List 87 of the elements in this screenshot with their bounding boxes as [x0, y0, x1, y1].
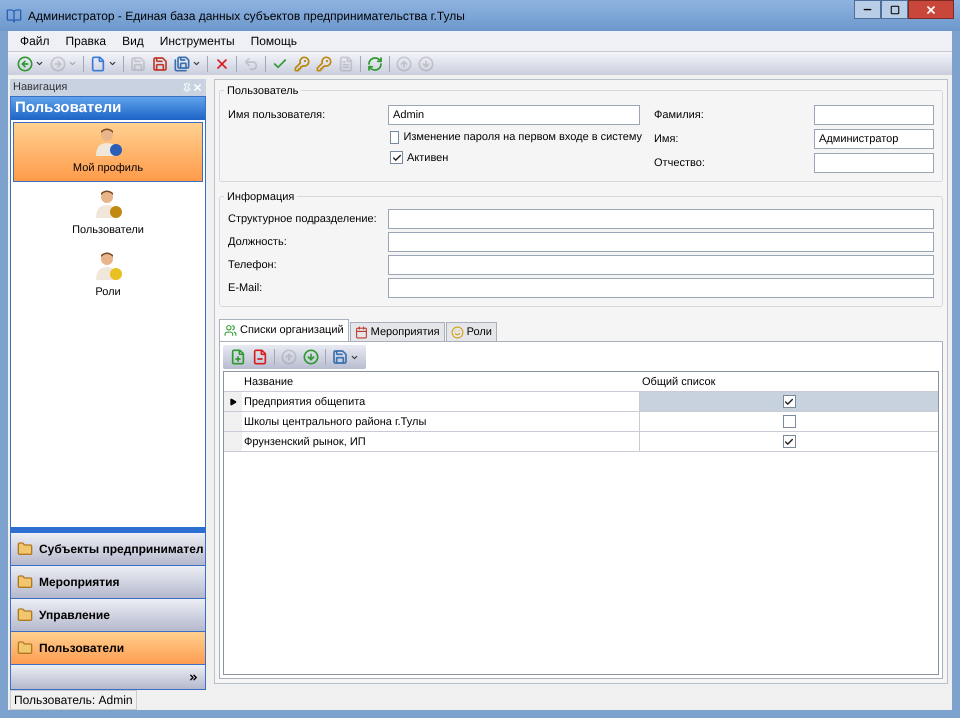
- folder-icon: [17, 574, 33, 590]
- back-icon: [17, 56, 33, 72]
- text-field[interactable]: [388, 232, 934, 252]
- remove-icon: [252, 349, 268, 365]
- text-field[interactable]: [388, 278, 934, 298]
- navigation-item[interactable]: Мой профиль: [13, 122, 203, 182]
- user-icon: [93, 251, 123, 282]
- status-text: Пользователь: Admin: [10, 690, 137, 710]
- maximize-icon: [890, 4, 900, 14]
- column-header[interactable]: Название: [242, 372, 640, 391]
- field-label: Имя:: [654, 132, 680, 147]
- save-all-icon: [174, 56, 190, 72]
- field-label: Должность:: [228, 234, 288, 250]
- navigation-item[interactable]: Роли: [13, 246, 203, 306]
- close-icon[interactable]: [192, 82, 203, 93]
- field-label: Отчество:: [654, 156, 706, 171]
- menu-item[interactable]: Инструменты: [152, 32, 243, 50]
- text-field[interactable]: [814, 105, 934, 125]
- field-label: Имя пользователя:: [228, 108, 326, 123]
- checkbox[interactable]: [390, 130, 400, 144]
- key-icon: [316, 56, 332, 72]
- text-field[interactable]: Администратор: [814, 129, 934, 149]
- section-title: Пользователи: [15, 98, 122, 118]
- navigation-group-button[interactable]: Субъекты предпринимател: [11, 533, 205, 566]
- save-close-icon: [152, 56, 168, 72]
- report-icon: [338, 56, 354, 72]
- field-label: Телефон:: [228, 258, 278, 273]
- navigation-item[interactable]: Пользователи: [13, 184, 203, 244]
- save-icon: [332, 349, 348, 365]
- folder-icon: [17, 640, 33, 656]
- menu-item[interactable]: Правка: [58, 32, 114, 50]
- maximize-button[interactable]: [881, 0, 908, 19]
- text-field[interactable]: [388, 255, 934, 275]
- text-field[interactable]: [814, 153, 934, 173]
- checkbox-label: Активен: [407, 150, 448, 166]
- pin-icon[interactable]: [182, 82, 192, 92]
- row-pointer-icon: [229, 398, 237, 406]
- user-icon: [93, 127, 123, 158]
- down-icon: [418, 56, 434, 72]
- tab[interactable]: Списки организаций: [219, 319, 349, 341]
- forward-icon: [50, 56, 66, 72]
- user-icon: [93, 189, 123, 220]
- navigation-group-button[interactable]: Управление: [11, 599, 205, 632]
- up-icon: [396, 56, 412, 72]
- window-title: Администратор - Единая база данных субъектов предпринимательства г.Тулы: [28, 8, 465, 24]
- close-button[interactable]: [908, 0, 954, 19]
- field-label: Структурное подразделение:: [228, 212, 378, 227]
- menu-item[interactable]: Файл: [12, 32, 58, 50]
- group-title: Информация: [224, 189, 298, 206]
- folder-icon: [17, 541, 33, 557]
- navigation-group-button[interactable]: Пользователи: [11, 632, 205, 665]
- checkbox[interactable]: [782, 395, 796, 408]
- menu-item[interactable]: Вид: [114, 32, 152, 50]
- minimize-button[interactable]: [854, 0, 881, 19]
- panel-title: Навигация: [13, 80, 68, 96]
- checkbox-label: Изменение пароля на первом входе в систему: [403, 130, 642, 145]
- table-cell: Фрунзенский рынок, ИП: [242, 432, 640, 451]
- checkbox[interactable]: [782, 435, 796, 448]
- text-field[interactable]: [388, 209, 934, 229]
- menu-item[interactable]: Помощь: [242, 32, 305, 50]
- field-label: Фамилия:: [654, 108, 705, 123]
- text-field[interactable]: Admin: [388, 105, 640, 125]
- down-icon: [303, 349, 319, 365]
- table-row[interactable]: Школы центрального района г.Тулы: [224, 412, 938, 432]
- app-icon: [6, 8, 22, 24]
- table-row[interactable]: Фрунзенский рынок, ИП: [224, 432, 938, 452]
- close-icon: [925, 4, 937, 16]
- field-label: E-Mail:: [228, 280, 264, 296]
- up-icon: [281, 349, 297, 365]
- table-row[interactable]: Предприятия общепита: [224, 392, 938, 412]
- checkbox[interactable]: [782, 415, 796, 428]
- tab-icon: [450, 326, 464, 338]
- folder-icon: [17, 607, 33, 623]
- document-icon: [90, 56, 106, 72]
- more-icon[interactable]: [188, 672, 199, 682]
- column-header[interactable]: Общий список: [640, 372, 938, 391]
- save-icon: [130, 56, 146, 72]
- add-icon: [230, 349, 246, 365]
- tab-icon: [354, 326, 368, 338]
- navigation-group-button[interactable]: Мероприятия: [11, 566, 205, 599]
- checkbox[interactable]: [390, 151, 403, 164]
- refresh-icon: [367, 56, 383, 72]
- tab[interactable]: Мероприятия: [350, 322, 445, 341]
- tab[interactable]: Роли: [446, 322, 497, 341]
- tab-icon: [224, 324, 237, 337]
- table-cell: Школы центрального района г.Тулы: [242, 412, 640, 431]
- undo-icon: [243, 56, 259, 72]
